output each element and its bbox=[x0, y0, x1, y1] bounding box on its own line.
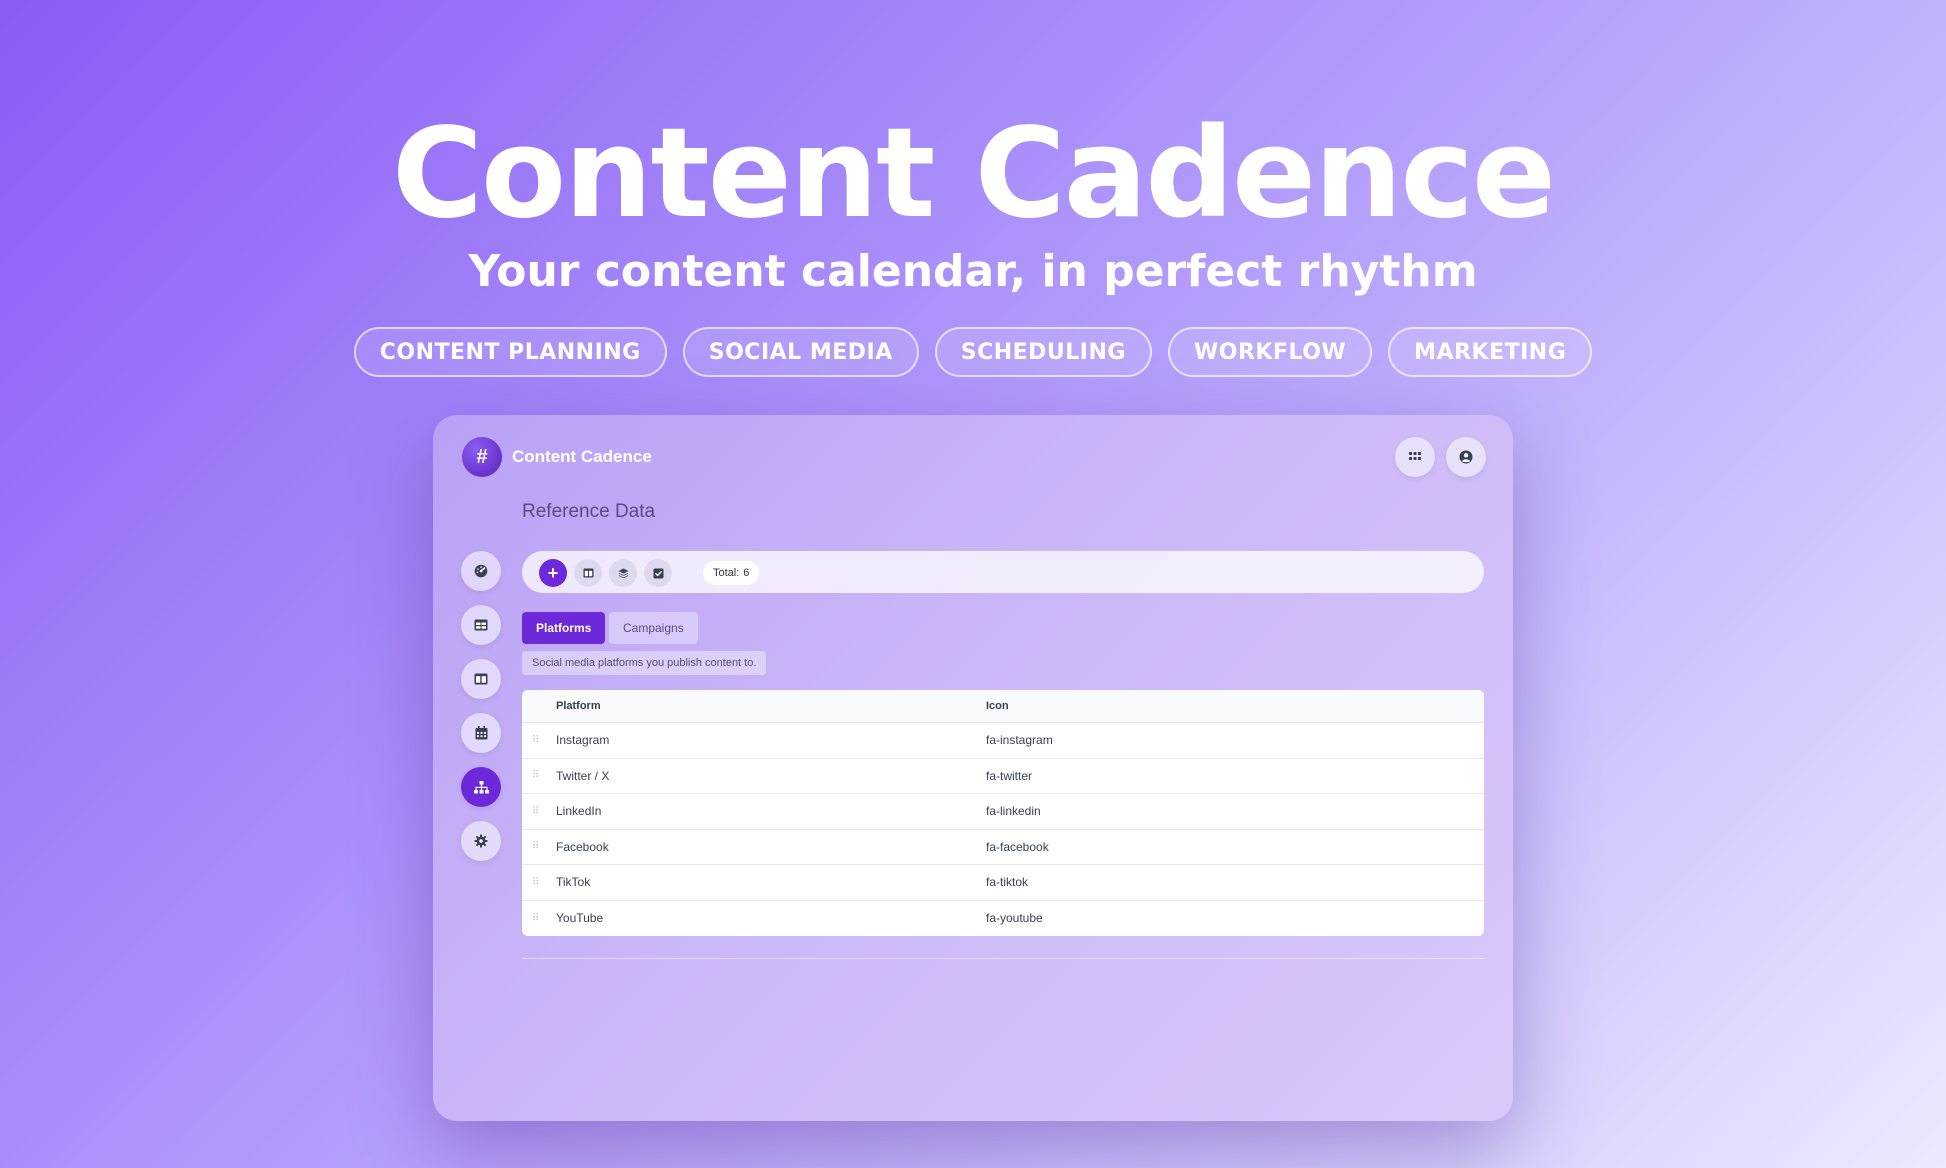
platform-cell: Facebook bbox=[556, 839, 609, 854]
total-label: Total: bbox=[713, 567, 740, 579]
columns-icon bbox=[583, 568, 594, 578]
feature-tags: CONTENT PLANNING SOCIAL MEDIA SCHEDULING… bbox=[0, 327, 1946, 377]
total-value: 6 bbox=[743, 567, 750, 579]
sidebar-item-table[interactable] bbox=[461, 605, 501, 645]
toolbar: + Total: 6 bbox=[522, 551, 1484, 593]
drag-handle-icon[interactable]: ⠿ bbox=[522, 735, 556, 746]
page-title: Reference Data bbox=[522, 501, 656, 522]
user-circle-icon bbox=[1459, 450, 1473, 464]
tag-scheduling: SCHEDULING bbox=[934, 327, 1152, 377]
app-window: # Content Cadence Reference Data + Total… bbox=[433, 415, 1513, 1121]
table-row[interactable]: ⠿ TikTok fa-tiktok bbox=[522, 865, 1484, 901]
apps-grid-icon bbox=[1409, 452, 1421, 462]
platform-cell: Twitter / X bbox=[556, 768, 610, 783]
column-header-platform[interactable]: Platform bbox=[556, 700, 986, 712]
columns-icon bbox=[474, 673, 488, 685]
drag-handle-icon[interactable]: ⠿ bbox=[522, 841, 556, 852]
tab-platforms[interactable]: Platforms bbox=[522, 612, 606, 644]
icon-cell: fa-twitter bbox=[986, 768, 1033, 783]
sitemap-icon bbox=[473, 780, 489, 794]
tab-campaigns[interactable]: Campaigns bbox=[609, 612, 698, 644]
layers-button[interactable] bbox=[609, 559, 637, 587]
platform-cell: TikTok bbox=[556, 875, 591, 890]
check-square-icon bbox=[653, 568, 664, 579]
table-row[interactable]: ⠿ LinkedIn fa-linkedin bbox=[522, 794, 1484, 830]
platforms-table: Platform Icon ⠿ Instagram fa-instagram ⠿… bbox=[522, 690, 1484, 936]
sidebar-item-columns[interactable] bbox=[461, 659, 501, 699]
sidebar-item-reference-data[interactable] bbox=[461, 767, 501, 807]
sidebar-item-dashboard[interactable] bbox=[461, 551, 501, 591]
dashboard-gauge-icon bbox=[474, 564, 488, 578]
tag-social-media: SOCIAL MEDIA bbox=[682, 327, 919, 377]
tag-workflow: WORKFLOW bbox=[1167, 327, 1373, 377]
hero-title: Content Cadence bbox=[392, 102, 1556, 246]
columns-view-button[interactable] bbox=[574, 559, 602, 587]
table-row[interactable]: ⠿ Facebook fa-facebook bbox=[522, 830, 1484, 865]
apps-grid-button[interactable] bbox=[1395, 437, 1435, 477]
divider bbox=[522, 958, 1484, 959]
column-header-icon[interactable]: Icon bbox=[986, 700, 1484, 712]
drag-handle-icon[interactable]: ⠿ bbox=[522, 806, 556, 817]
drag-handle-icon[interactable]: ⠿ bbox=[522, 770, 556, 781]
select-button[interactable] bbox=[644, 559, 672, 587]
platform-cell: YouTube bbox=[556, 911, 604, 926]
layers-icon bbox=[618, 568, 629, 579]
total-count: Total: 6 bbox=[703, 561, 760, 585]
tag-content-planning: CONTENT PLANNING bbox=[353, 327, 667, 377]
tag-marketing: MARKETING bbox=[1388, 327, 1593, 377]
sidebar-item-calendar[interactable] bbox=[461, 713, 501, 753]
table-icon bbox=[474, 619, 488, 631]
icon-cell: fa-youtube bbox=[986, 911, 1043, 926]
hero-subtitle: Your content calendar, in perfect rhythm bbox=[468, 246, 1478, 297]
icon-cell: fa-instagram bbox=[986, 733, 1053, 748]
app-logo[interactable]: # bbox=[462, 437, 502, 477]
platform-cell: Instagram bbox=[556, 733, 610, 748]
icon-cell: fa-linkedin bbox=[986, 804, 1041, 819]
add-button[interactable]: + bbox=[539, 559, 567, 587]
gear-icon bbox=[474, 834, 488, 848]
user-menu-button[interactable] bbox=[1446, 437, 1486, 477]
drag-handle-icon[interactable]: ⠿ bbox=[522, 877, 556, 888]
app-name: Content Cadence bbox=[512, 447, 652, 466]
table-header: Platform Icon bbox=[522, 690, 1484, 723]
table-row[interactable]: ⠿ Twitter / X fa-twitter bbox=[522, 759, 1484, 794]
drag-handle-icon[interactable]: ⠿ bbox=[522, 913, 556, 924]
platform-cell: LinkedIn bbox=[556, 804, 602, 819]
icon-cell: fa-tiktok bbox=[986, 875, 1029, 890]
sidebar-item-settings[interactable] bbox=[461, 821, 501, 861]
table-row[interactable]: ⠿ Instagram fa-instagram bbox=[522, 723, 1484, 759]
icon-cell: fa-facebook bbox=[986, 839, 1049, 854]
table-row[interactable]: ⠿ YouTube fa-youtube bbox=[522, 901, 1484, 937]
calendar-icon bbox=[475, 726, 488, 740]
add-icon: + bbox=[547, 562, 559, 583]
tab-description: Social media platforms you publish conte… bbox=[522, 651, 767, 675]
